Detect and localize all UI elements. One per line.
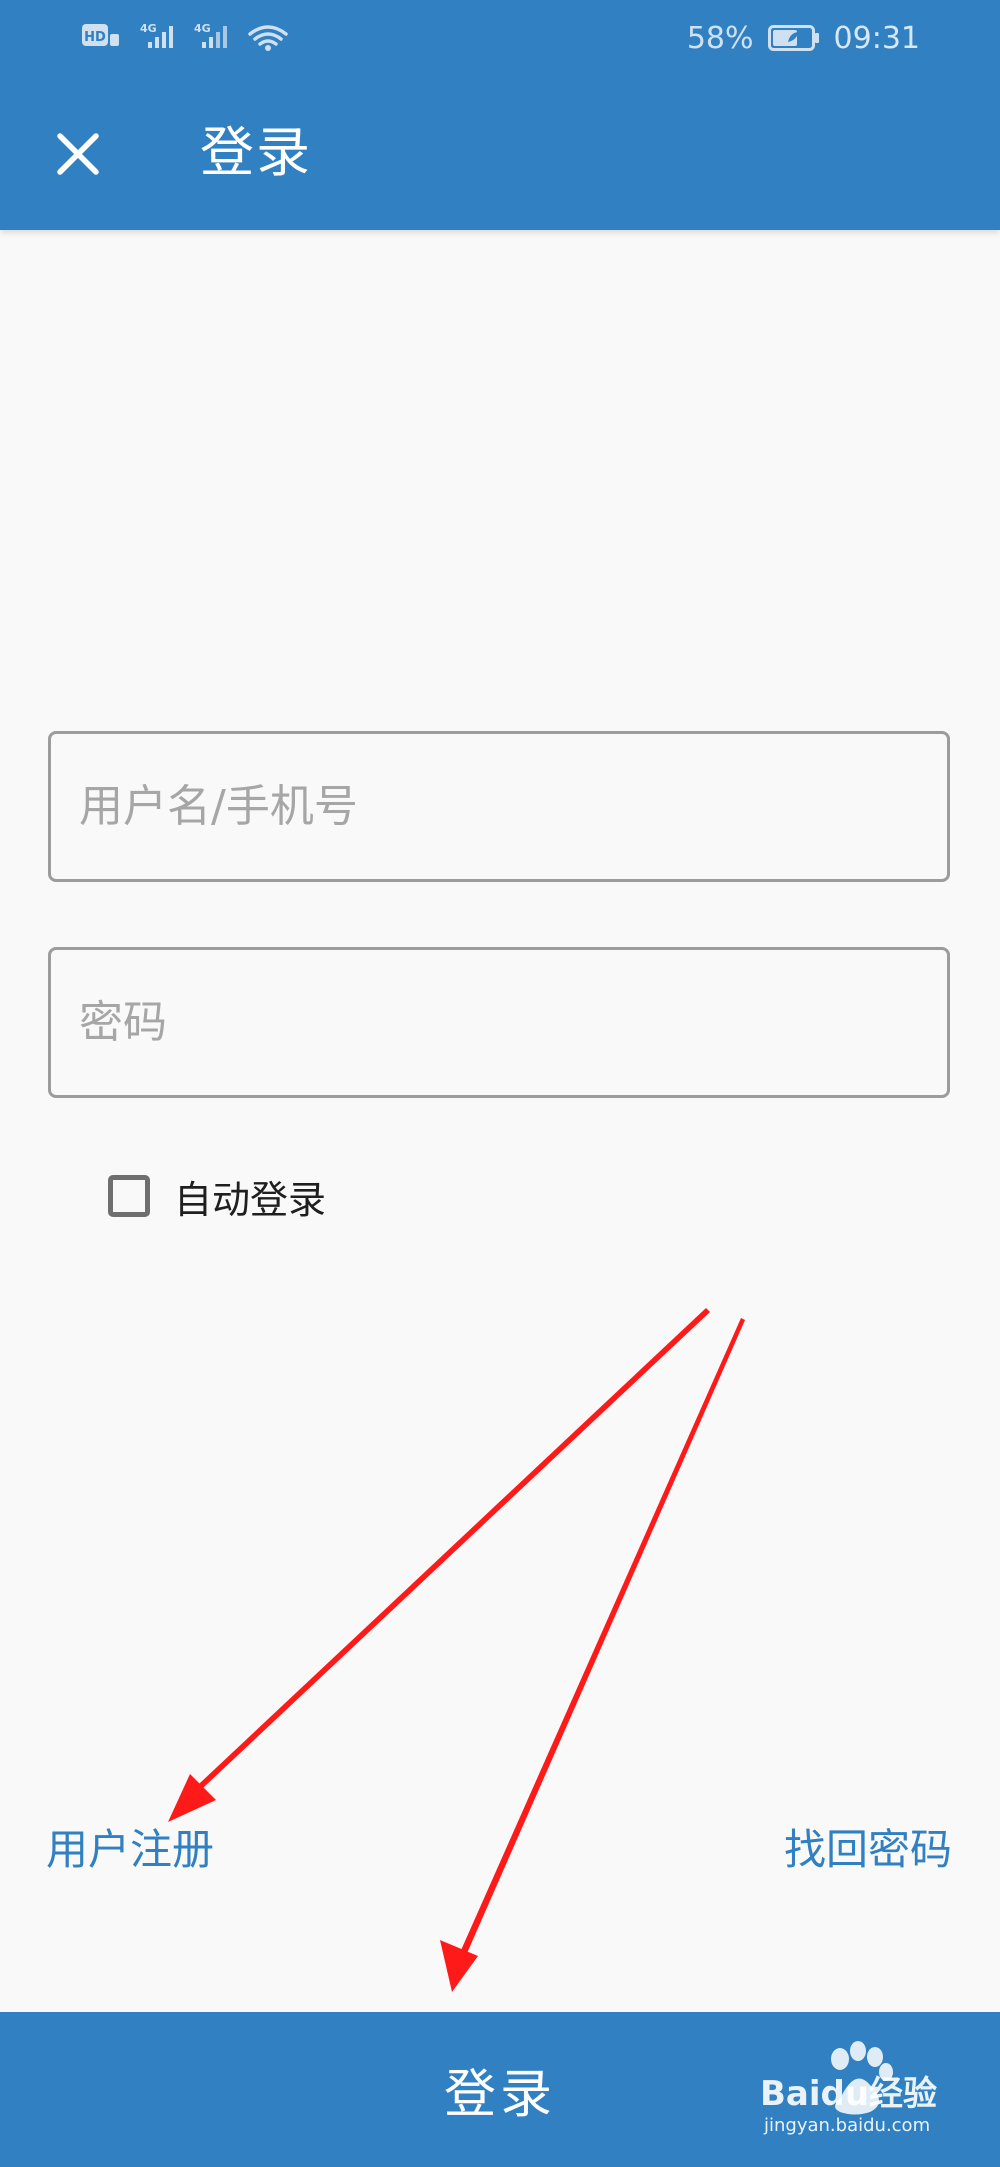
4g-icon: 4G [194, 22, 211, 35]
register-link[interactable]: 用户注册 [46, 1820, 214, 1880]
close-icon [57, 133, 99, 175]
network-status-icons: HD 4G 4G [82, 22, 288, 51]
password-input[interactable] [79, 950, 919, 1095]
login-button[interactable]: 登录 [0, 2012, 1000, 2167]
auto-login-checkbox[interactable] [108, 1175, 150, 1217]
svg-text:HD: HD [84, 30, 106, 45]
4g-icon: 4G [140, 22, 157, 35]
wifi-icon [248, 25, 288, 46]
page-title: 登录 [200, 121, 312, 184]
recover-password-link[interactable]: 找回密码 [784, 1820, 952, 1880]
auto-login-option[interactable]: 自动登录 [108, 1166, 326, 1226]
auto-login-label: 自动登录 [174, 1177, 327, 1222]
arrow-to-login [440, 1318, 745, 1992]
username-input[interactable] [79, 734, 919, 879]
clock: 09:31 [833, 20, 920, 56]
battery-percent: 58% [686, 20, 754, 56]
status-bar: HD 4G 4G 58% 09:31 [0, 0, 1000, 76]
header: HD 4G 4G 58% 09:31 登录 [0, 0, 1000, 230]
battery-icon [767, 25, 819, 51]
close-button[interactable] [38, 114, 118, 194]
app-bar: 登录 [0, 76, 1000, 230]
password-field[interactable] [48, 947, 950, 1098]
username-field[interactable] [48, 731, 950, 882]
status-right: 58% 09:31 [687, 16, 920, 60]
arrow-to-register [168, 1308, 710, 1822]
